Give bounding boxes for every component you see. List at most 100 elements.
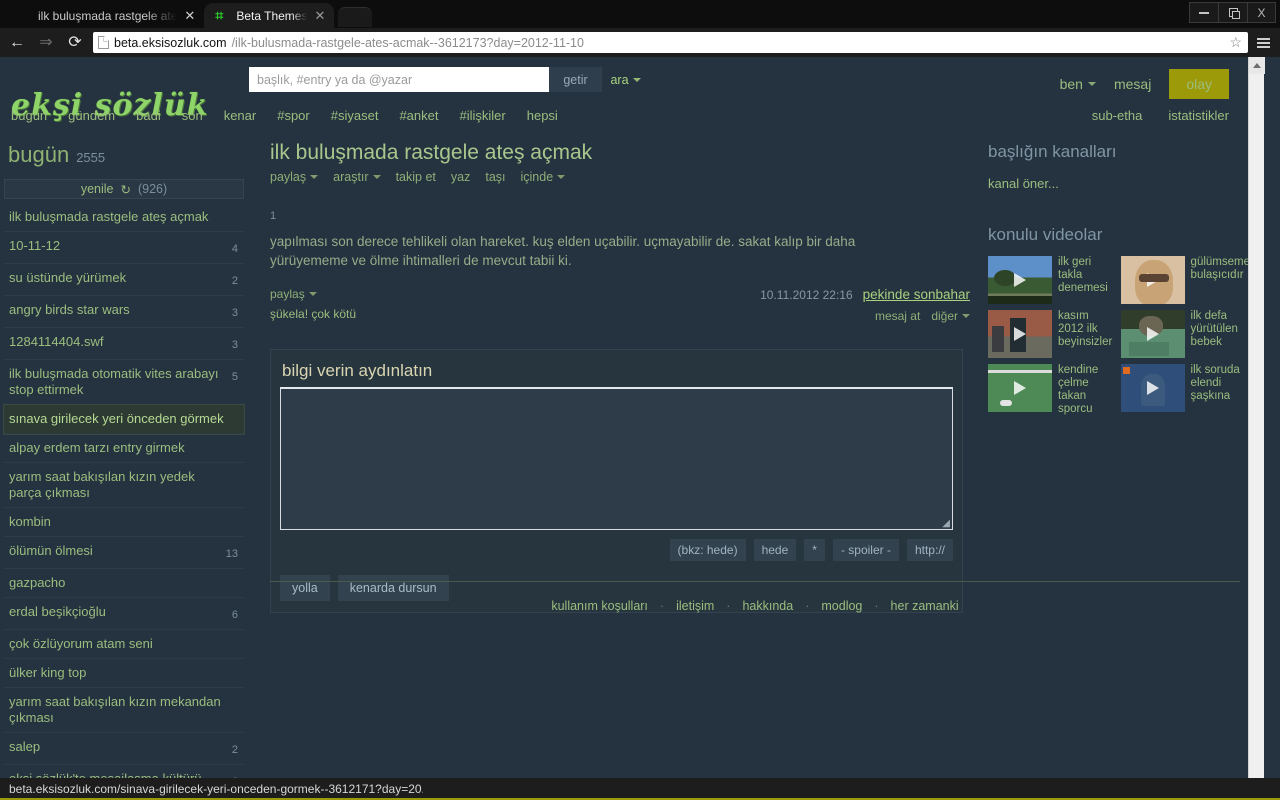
browser-tab-2[interactable]: ⌗ Beta Themes ✕	[204, 3, 335, 28]
refresh-button[interactable]: yenile ↻ (926)	[4, 179, 244, 199]
suggest-channel-link[interactable]: kanal öner...	[988, 176, 1059, 191]
new-tab-button[interactable]	[338, 7, 373, 27]
video-thumbnail[interactable]	[988, 256, 1052, 304]
action-label: paylaş	[270, 170, 307, 185]
topic-list-item[interactable]: yarım saat bakışılan kızın mekandan çıkm…	[4, 688, 244, 733]
action-takip-et[interactable]: takip et	[396, 170, 436, 184]
video-item[interactable]: ilk geri takla denemesi	[988, 256, 1113, 304]
sub-etha-link[interactable]: sub-etha	[1092, 108, 1143, 123]
topic-list-item[interactable]: çok özlüyorum atam seni	[4, 630, 244, 659]
page-scrollbar[interactable]	[1248, 57, 1265, 778]
video-thumbnail[interactable]	[988, 364, 1052, 412]
nav-item-anket[interactable]: #anket	[399, 108, 438, 123]
nav-item-hepsi[interactable]: hepsi	[527, 108, 558, 123]
entry-form: bilgi verin aydınlatın ◢ (bkz: hede) hede…	[270, 349, 963, 614]
entry-message-button[interactable]: mesaj at	[875, 309, 920, 323]
chevron-down-icon	[632, 77, 641, 82]
footer-link[interactable]: iletişim	[676, 599, 714, 613]
nav-item-gundem[interactable]: gündem	[68, 108, 115, 123]
footer-link[interactable]: modlog	[821, 599, 862, 613]
user-menu-ben[interactable]: ben	[1060, 76, 1096, 92]
forward-icon[interactable]: ⇒	[35, 32, 57, 54]
bookmark-star-icon[interactable]: ☆	[1229, 34, 1242, 51]
back-icon[interactable]: ←	[6, 32, 28, 54]
action-paylas[interactable]: paylaş	[270, 170, 319, 185]
nav-item-siyaset[interactable]: #siyaset	[331, 108, 379, 123]
topic-list-item[interactable]: ilk buluşmada rastgele ateş açmak	[4, 203, 244, 232]
format-tag-button[interactable]: - spoiler -	[832, 539, 899, 562]
topic-list-item[interactable]: angry birds star wars 3	[4, 296, 244, 328]
nav-item-son[interactable]: son	[182, 108, 203, 123]
topic-label: ilk buluşmada otomatik vites arabayı sto…	[9, 366, 219, 397]
format-tag-button[interactable]: (bkz: hede)	[669, 539, 746, 562]
entry-other-menu[interactable]: diğer	[931, 309, 970, 323]
topic-list-item[interactable]: ülker king top	[4, 659, 244, 688]
search-area: getir ara	[249, 67, 649, 92]
action-arastir[interactable]: araştır	[333, 170, 381, 184]
format-tag-button[interactable]: hede	[753, 539, 797, 562]
topic-list-item[interactable]: ilk buluşmada otomatik vites arabayı sto…	[4, 360, 244, 405]
entry-share-button[interactable]: paylaş	[270, 287, 317, 301]
topic-count: 3	[231, 339, 238, 351]
entry-author[interactable]: pekinde sonbahar	[863, 287, 970, 302]
video-thumbnail[interactable]	[988, 310, 1052, 358]
video-thumbnail[interactable]	[1120, 256, 1185, 304]
video-thumbnail[interactable]	[1120, 310, 1185, 358]
topic-list-item[interactable]: gazpacho	[4, 569, 244, 598]
action-icinde[interactable]: içinde	[521, 170, 566, 184]
close-window-button[interactable]: X	[1247, 2, 1276, 23]
entry-textarea[interactable]	[280, 387, 953, 531]
video-thumbnail[interactable]	[1120, 364, 1185, 412]
istatistikler-link[interactable]: istatistikler	[1168, 108, 1229, 123]
main-column: ilk buluşmada rastgele ateş açmak paylaş…	[270, 141, 970, 614]
action-tasi[interactable]: taşı	[485, 170, 505, 184]
refresh-label: yenile	[80, 182, 114, 196]
getir-button[interactable]: getir	[549, 67, 602, 92]
search-input[interactable]	[249, 67, 549, 92]
footer-link[interactable]: her zamanki	[891, 599, 959, 613]
topic-list-item[interactable]: su üstünde yürümek 2	[4, 264, 244, 296]
video-item[interactable]: ilk soruda elendi şaşkına	[1120, 364, 1250, 416]
topic-label: 1284114404.swf	[9, 334, 104, 349]
nav-item-bugun[interactable]: bugün	[11, 108, 47, 123]
resize-grip-icon[interactable]: ◢	[942, 518, 950, 529]
action-yaz[interactable]: yaz	[451, 170, 470, 184]
topic-list-item[interactable]: salep 2	[4, 733, 244, 765]
topic-list-item[interactable]: ölümün ölmesi 13	[4, 537, 244, 569]
entry-vote-buttons[interactable]: şükela! çok kötü	[270, 307, 356, 321]
footer-link[interactable]: hakkında	[742, 599, 793, 613]
nav-item-spor[interactable]: #spor	[277, 108, 310, 123]
footer-link[interactable]: kullanım koşulları	[551, 599, 648, 613]
topic-label: sınava girilecek yeri önceden görmek	[9, 411, 224, 426]
topic-list-item[interactable]: erdal beşikçioğlu 6	[4, 598, 244, 630]
nav-item-kenar[interactable]: kenar	[224, 108, 257, 123]
chrome-menu-icon[interactable]	[1255, 35, 1272, 51]
topic-list-item[interactable]: yarım saat bakışılan kızın yedek parça ç…	[4, 463, 244, 508]
topic-list-item[interactable]: sınava girilecek yeri önceden görmek	[3, 404, 245, 435]
olay-button[interactable]: olay	[1169, 69, 1229, 99]
video-item[interactable]: ilk defa yürütülen bebek	[1120, 310, 1250, 358]
format-tag-button[interactable]: *	[804, 539, 825, 562]
close-icon[interactable]: ✕	[314, 9, 325, 22]
nav-item-badi[interactable]: badi	[136, 108, 161, 123]
topic-list-item[interactable]: kombin	[4, 508, 244, 537]
close-icon[interactable]: ✕	[184, 9, 195, 22]
topic-list-item[interactable]: ekşi sözlük'te mesajlaşma kültürü 6	[4, 765, 244, 778]
video-item[interactable]: gülümseme bulaşıcıdır	[1120, 256, 1250, 304]
topic-list-item[interactable]: 1284114404.swf 3	[4, 328, 244, 360]
browser-tab-1[interactable]: ilk buluşmada rastgele ate ✕	[6, 3, 205, 28]
format-tag-button[interactable]: http://	[906, 539, 953, 562]
video-item[interactable]: kendine çelme takan sporcu	[988, 364, 1113, 416]
topic-list-item[interactable]: alpay erdem tarzı entry girmek	[4, 434, 244, 463]
messages-link[interactable]: mesaj	[1114, 76, 1151, 92]
maximize-button[interactable]	[1218, 2, 1247, 23]
nav-item-iliskiler[interactable]: #ilişkiler	[460, 108, 506, 123]
minimize-button[interactable]	[1189, 2, 1218, 23]
reload-icon[interactable]: ⟳	[64, 32, 86, 54]
video-item[interactable]: kasım 2012 ilk beyinsizler	[988, 310, 1113, 358]
action-label: içinde	[520, 170, 554, 185]
address-bar[interactable]: beta.eksisozluk.com/ilk-bulusmada-rastge…	[93, 32, 1248, 53]
topic-list-item[interactable]: 10-11-12 4	[4, 232, 244, 264]
scroll-up-icon[interactable]	[1249, 57, 1265, 74]
ara-dropdown-button[interactable]: ara	[602, 67, 649, 92]
